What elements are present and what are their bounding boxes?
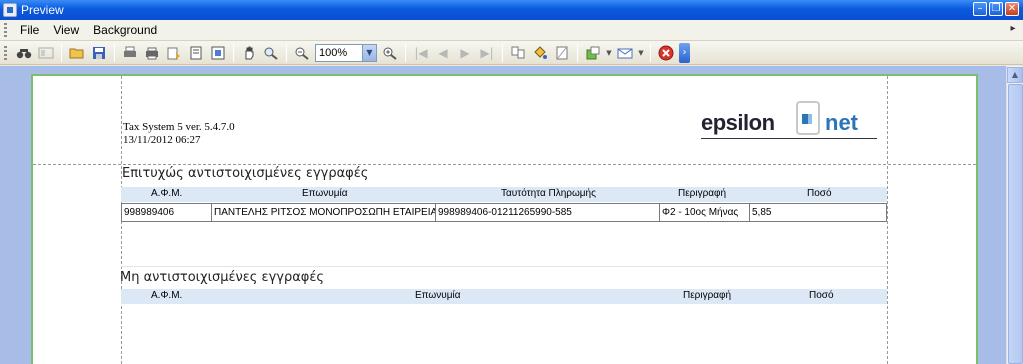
zoom-select[interactable]: 100% ▼ (315, 43, 377, 62)
col-payment-id: Ταυτότητα Πληρωμής (501, 188, 596, 199)
vertical-scrollbar[interactable]: ▲ (1006, 66, 1023, 364)
toolbar-separator (650, 43, 651, 62)
toolbar-separator (61, 43, 62, 62)
logo-mark-icon (796, 101, 820, 135)
multiple-pages-icon[interactable] (508, 43, 528, 63)
hand-tool-icon[interactable] (239, 43, 259, 63)
close-preview-icon[interactable] (656, 43, 676, 63)
email-icon[interactable] (615, 43, 635, 63)
print-setup-icon[interactable] (120, 43, 140, 63)
toolbar-separator (405, 43, 406, 62)
table-row: 998989406 ΠΑΝΤΕΛΗΣ ΡΙΤΣΟΣ ΜΟΝΟΠΡΟΣΩΠΗ ΕΤ… (121, 203, 887, 222)
col-afm: Α.Φ.Μ. (151, 290, 183, 301)
minimize-button[interactable]: – (973, 2, 987, 16)
col-afm: Α.Φ.Μ. (151, 188, 183, 199)
menu-bar: File View Background ▸ (0, 20, 1023, 41)
fill-background-icon[interactable] (530, 43, 550, 63)
scroll-thumb[interactable] (1008, 84, 1023, 364)
document-map-icon[interactable] (36, 43, 56, 63)
close-button[interactable]: ✕ (1005, 2, 1019, 16)
logo-underline (701, 138, 877, 139)
col-name: Επωνυμία (415, 290, 461, 301)
logo-text-net: net (825, 110, 858, 135)
quick-print-icon[interactable] (164, 43, 184, 63)
col-name: Επωνυμία (302, 188, 348, 199)
menu-overflow-icon[interactable]: ▸ (1007, 23, 1019, 37)
restore-button[interactable]: ❐ (989, 2, 1003, 16)
toolbar-overflow-icon[interactable]: › (679, 42, 690, 63)
previous-page-icon[interactable]: ◀ (433, 43, 453, 63)
print-icon[interactable] (142, 43, 162, 63)
window-controls: – ❐ ✕ (973, 2, 1019, 16)
menu-background[interactable]: Background (86, 23, 164, 37)
report-page: Tax System 5 ver. 5.4.7.0 13/11/2012 06:… (31, 74, 978, 364)
page-setup-icon[interactable] (186, 43, 206, 63)
app-version: Tax System 5 ver. 5.4.7.0 (123, 121, 235, 133)
export-dropdown-icon[interactable]: ▼ (605, 43, 613, 63)
report-header-info: Tax System 5 ver. 5.4.7.0 13/11/2012 06:… (123, 121, 235, 147)
open-icon[interactable] (67, 43, 87, 63)
menu-grip[interactable] (4, 23, 7, 37)
matched-section-title: Επιτυχώς αντιστοιχισμένες εγγραφές (122, 166, 369, 181)
zoom-out-icon[interactable] (292, 43, 312, 63)
report-datetime: 13/11/2012 06:27 (123, 134, 201, 146)
cell-description: Φ2 - 10ος Μήνας (660, 204, 750, 221)
toolbar-separator (233, 43, 234, 62)
cell-name: ΠΑΝΤΕΛΗΣ ΡΙΤΣΟΣ ΜΟΝΟΠΡΟΣΩΠΗ ΕΤΑΙΡΕΙΑ Π (212, 204, 436, 221)
last-page-icon[interactable]: ▶| (477, 43, 497, 63)
watermark-icon[interactable] (552, 43, 572, 63)
cell-payment-id: 998989406-01211265990-585 (436, 204, 660, 221)
col-amount: Ποσό (807, 188, 832, 199)
toolbar: 100% ▼ |◀ ◀ ▶ ▶| ▼ ▼ › (0, 41, 1023, 65)
margin-guide-right (887, 76, 888, 364)
toolbar-separator (286, 43, 287, 62)
app-icon (3, 3, 17, 17)
col-description: Περιγραφή (683, 290, 732, 301)
magnifier-icon[interactable] (261, 43, 281, 63)
unmatched-section-title: Μη αντιστοιχισμένες εγγραφές (120, 270, 325, 285)
next-page-icon[interactable]: ▶ (455, 43, 475, 63)
toolbar-separator (502, 43, 503, 62)
col-description: Περιγραφή (678, 188, 727, 199)
logo-text-epsilon: epsilon (701, 110, 775, 135)
window-title: Preview (21, 3, 64, 17)
menu-file[interactable]: File (13, 23, 46, 37)
scale-icon[interactable] (208, 43, 228, 63)
matched-table-header: Α.Φ.Μ. Επωνυμία Ταυτότητα Πληρωμής Περιγ… (121, 187, 887, 202)
zoom-in-icon[interactable] (380, 43, 400, 63)
toolbar-grip[interactable] (4, 45, 7, 60)
zoom-value: 100% (319, 46, 348, 59)
chevron-down-icon[interactable]: ▼ (362, 44, 376, 61)
margin-guide-header (33, 164, 976, 165)
col-amount: Ποσό (809, 290, 834, 301)
email-dropdown-icon[interactable]: ▼ (637, 43, 645, 63)
toolbar-separator (577, 43, 578, 62)
unmatched-table-header: Α.Φ.Μ. Επωνυμία Περιγραφή Ποσό (121, 289, 887, 304)
epsilon-net-logo: epsilon net (701, 98, 881, 142)
cell-afm: 998989406 (122, 204, 212, 221)
cell-amount: 5,85 (752, 207, 772, 218)
menu-view[interactable]: View (46, 23, 86, 37)
scroll-up-icon[interactable]: ▲ (1007, 67, 1023, 83)
first-page-icon[interactable]: |◀ (411, 43, 431, 63)
toolbar-separator (114, 43, 115, 62)
find-icon[interactable] (14, 43, 34, 63)
title-bar: Preview – ❐ ✕ (0, 0, 1023, 20)
save-icon[interactable] (89, 43, 109, 63)
export-icon[interactable] (583, 43, 603, 63)
band-separator (121, 266, 887, 267)
